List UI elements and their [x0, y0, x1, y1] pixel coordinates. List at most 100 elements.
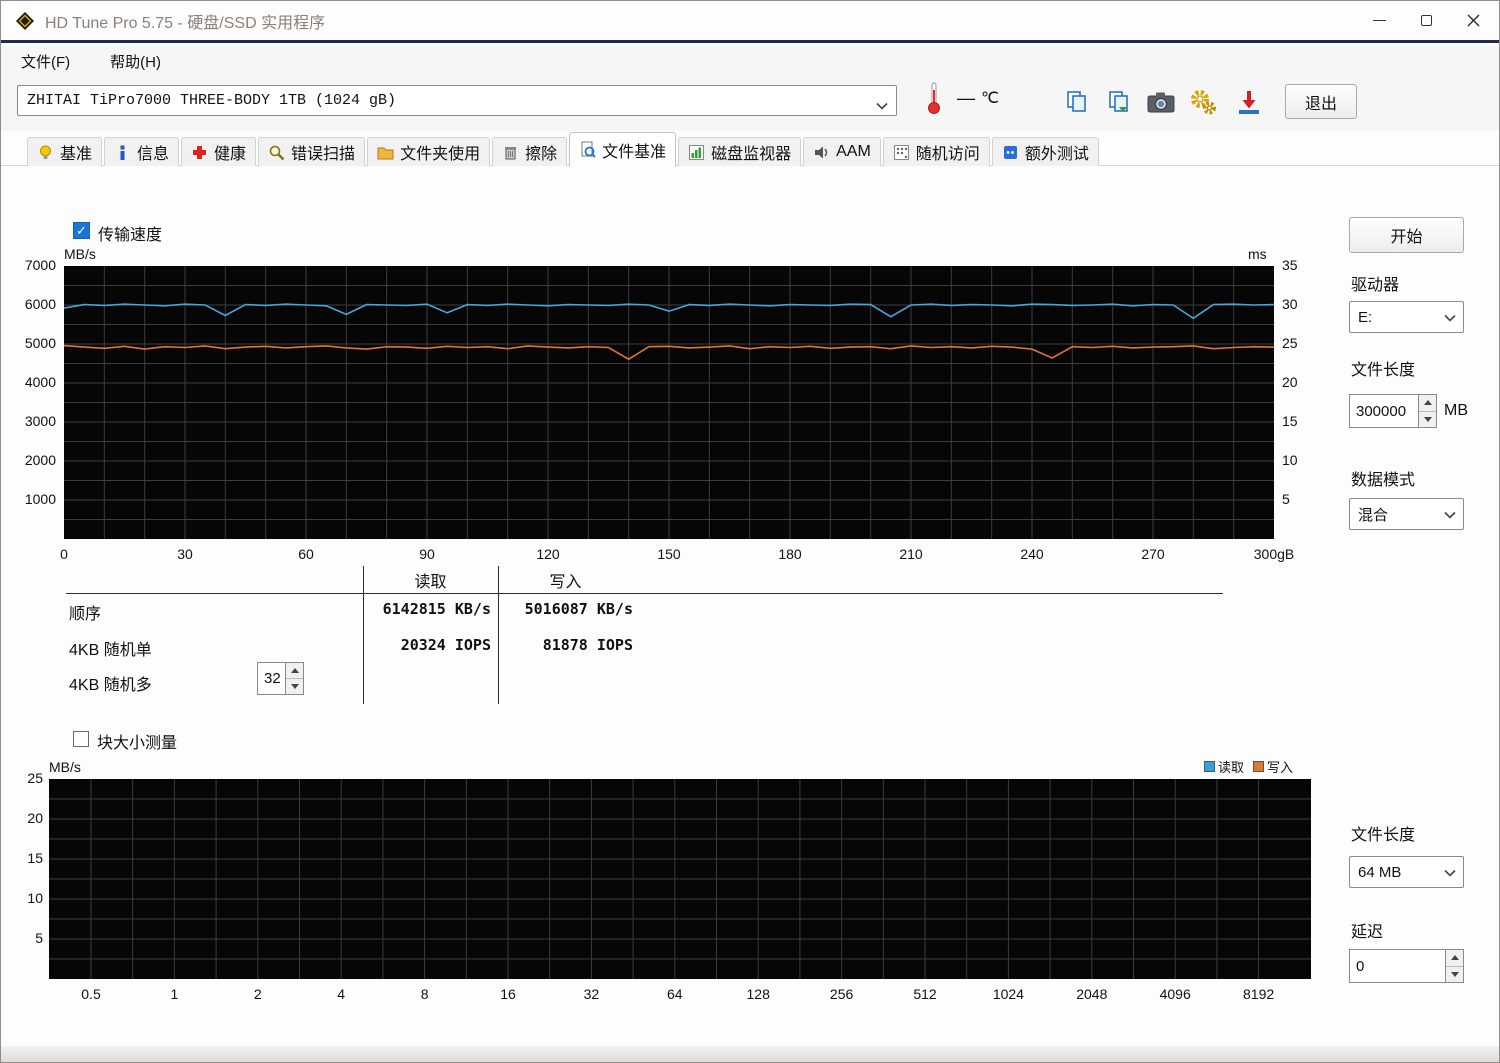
tab-AAM[interactable]: AAM: [803, 137, 881, 166]
y2-axis-label: 5: [1282, 491, 1290, 507]
tab-健康[interactable]: 健康: [181, 137, 257, 166]
download-icon: [1239, 91, 1259, 114]
copy-image-button[interactable]: [1099, 82, 1139, 122]
tab-文件夹使用[interactable]: 文件夹使用: [367, 137, 491, 166]
drive-select[interactable]: ZHITAI TiPro7000 THREE-BODY 1TB (1024 gB…: [17, 85, 897, 116]
spin-down-button[interactable]: [1419, 411, 1436, 427]
spin-down-button[interactable]: [1446, 966, 1463, 982]
tab-label: 错误扫描: [291, 146, 356, 163]
x-axis-label: 210: [899, 546, 923, 562]
download-button[interactable]: [1229, 82, 1269, 122]
start-button[interactable]: 开始: [1349, 217, 1464, 253]
transfer-speed-label: 传输速度: [98, 227, 163, 244]
tab-label: 文件基准: [602, 143, 667, 161]
chevron-down-icon: [876, 98, 888, 115]
tab-擦除[interactable]: 擦除: [492, 137, 568, 166]
tab-bar: 基准 信息 健康 错误扫描 文件夹使用 擦除 文件基准 磁盘监视器 AAM 随机访问 额外测试: [1, 132, 1499, 166]
tab-label: AAM: [836, 143, 871, 160]
y2-axis-label: 25: [1282, 335, 1298, 351]
tab-label: 健康: [214, 146, 247, 163]
minimize-button[interactable]: [1356, 1, 1403, 40]
x-axis-label: 32: [583, 986, 600, 1002]
tab-label: 擦除: [525, 146, 558, 163]
tab-label: 基准: [60, 146, 93, 163]
random-icon: [893, 144, 910, 161]
tab-信息[interactable]: 信息: [104, 137, 180, 166]
y2-axis-label: 15: [1282, 413, 1298, 429]
x-axis-label: 512: [913, 986, 937, 1002]
drive-dropdown[interactable]: E:: [1349, 301, 1464, 333]
gears-icon: [1191, 89, 1216, 114]
monitor-icon: [688, 144, 705, 161]
menu-file[interactable]: 文件(F): [15, 48, 76, 75]
screenshot-button[interactable]: [1141, 82, 1181, 122]
x-axis-label: 150: [657, 546, 681, 562]
x-axis-label: 0.5: [81, 986, 101, 1002]
x-axis-label: 4: [337, 986, 346, 1002]
spin-up-button[interactable]: [286, 663, 303, 679]
tab-额外测试[interactable]: 额外测试: [991, 137, 1099, 166]
y-axis-label: 5000: [24, 335, 56, 351]
block-file-length-value: 64 MB: [1358, 863, 1402, 881]
hd-tune-window: HD Tune Pro 5.75 - 硬盘/SSD 实用程序 文件(F) 帮助(…: [0, 0, 1500, 1063]
temperature-unit: ℃: [981, 90, 999, 107]
queue-depth-spinbox[interactable]: 32: [257, 662, 304, 695]
y-axis-title: MB/s: [49, 759, 81, 775]
chart-legend: 读取 写入: [1204, 757, 1293, 776]
y-axis-label: 5: [35, 930, 43, 946]
file-length-spinbox[interactable]: 300000: [1349, 394, 1437, 428]
tab-label: 磁盘监视器: [711, 146, 792, 163]
latency-input[interactable]: 0: [1349, 949, 1446, 983]
y2-axis-label: 30: [1282, 296, 1298, 312]
x-axis-label: 30: [177, 546, 193, 562]
arrow-up-icon: [1423, 400, 1432, 406]
tab-错误扫描[interactable]: 错误扫描: [258, 137, 366, 166]
latency-spinbox[interactable]: 0: [1349, 949, 1464, 983]
arrow-up-icon: [290, 668, 299, 673]
block-size-checkbox[interactable]: [73, 731, 89, 747]
block-size-label: 块大小测量: [97, 735, 178, 752]
menu-help[interactable]: 帮助(H): [104, 48, 167, 75]
data-mode-dropdown[interactable]: 混合: [1349, 498, 1464, 530]
close-button[interactable]: [1450, 1, 1497, 40]
latency-label: 延迟: [1351, 924, 1384, 941]
maximize-icon: [1421, 15, 1432, 26]
tab-磁盘监视器[interactable]: 磁盘监视器: [678, 137, 802, 166]
transfer-speed-checkbox[interactable]: ✓: [73, 222, 90, 239]
y-axis-label: 25: [27, 770, 43, 786]
y-axis-label: 4000: [24, 374, 56, 390]
settings-button[interactable]: [1183, 82, 1223, 122]
arrow-down-icon: [1423, 416, 1432, 422]
column-header-read: 读取: [414, 574, 447, 591]
exit-button[interactable]: 退出: [1285, 84, 1357, 119]
filebench-icon: [579, 141, 596, 158]
x-axis-label: 16: [500, 986, 516, 1002]
result-write-value: 5016087 KB/s: [524, 600, 633, 618]
tab-文件基准[interactable]: 文件基准: [569, 132, 677, 166]
file-length-input[interactable]: 300000: [1349, 394, 1419, 428]
x-axis-label: 256: [829, 986, 854, 1002]
block-file-length-dropdown[interactable]: 64 MB: [1349, 856, 1464, 888]
tab-基准[interactable]: 基准: [27, 137, 103, 166]
legend-swatch: [1204, 761, 1215, 772]
spin-up-button[interactable]: [1446, 950, 1463, 967]
x-axis-label: 1024: [992, 986, 1024, 1002]
copy-results-button[interactable]: [1057, 82, 1097, 122]
title-bar: HD Tune Pro 5.75 - 硬盘/SSD 实用程序: [1, 1, 1499, 43]
spin-up-button[interactable]: [1419, 395, 1436, 412]
chevron-down-icon: [1444, 506, 1456, 523]
arrow-down-icon: [290, 684, 299, 689]
maximize-button[interactable]: [1403, 1, 1450, 40]
queue-depth-input[interactable]: 32: [257, 662, 286, 695]
block-file-length-label: 文件长度: [1351, 827, 1416, 844]
info-icon: [114, 144, 131, 161]
x-axis-label: 240: [1020, 546, 1044, 562]
copy-image-icon: [1109, 91, 1128, 112]
tab-随机访问[interactable]: 随机访问: [882, 137, 990, 166]
chevron-down-icon: [1444, 864, 1456, 881]
spin-down-button[interactable]: [286, 679, 303, 694]
transfer-speed-chart: MB/s ms 1000 2000 3000 4000 5000 6000 7000 5 10 15 2…: [25, 246, 1298, 562]
arrow-down-icon: [1450, 971, 1459, 977]
y2-axis-label: 10: [1282, 452, 1298, 468]
x-axis-label: 8: [420, 986, 429, 1002]
